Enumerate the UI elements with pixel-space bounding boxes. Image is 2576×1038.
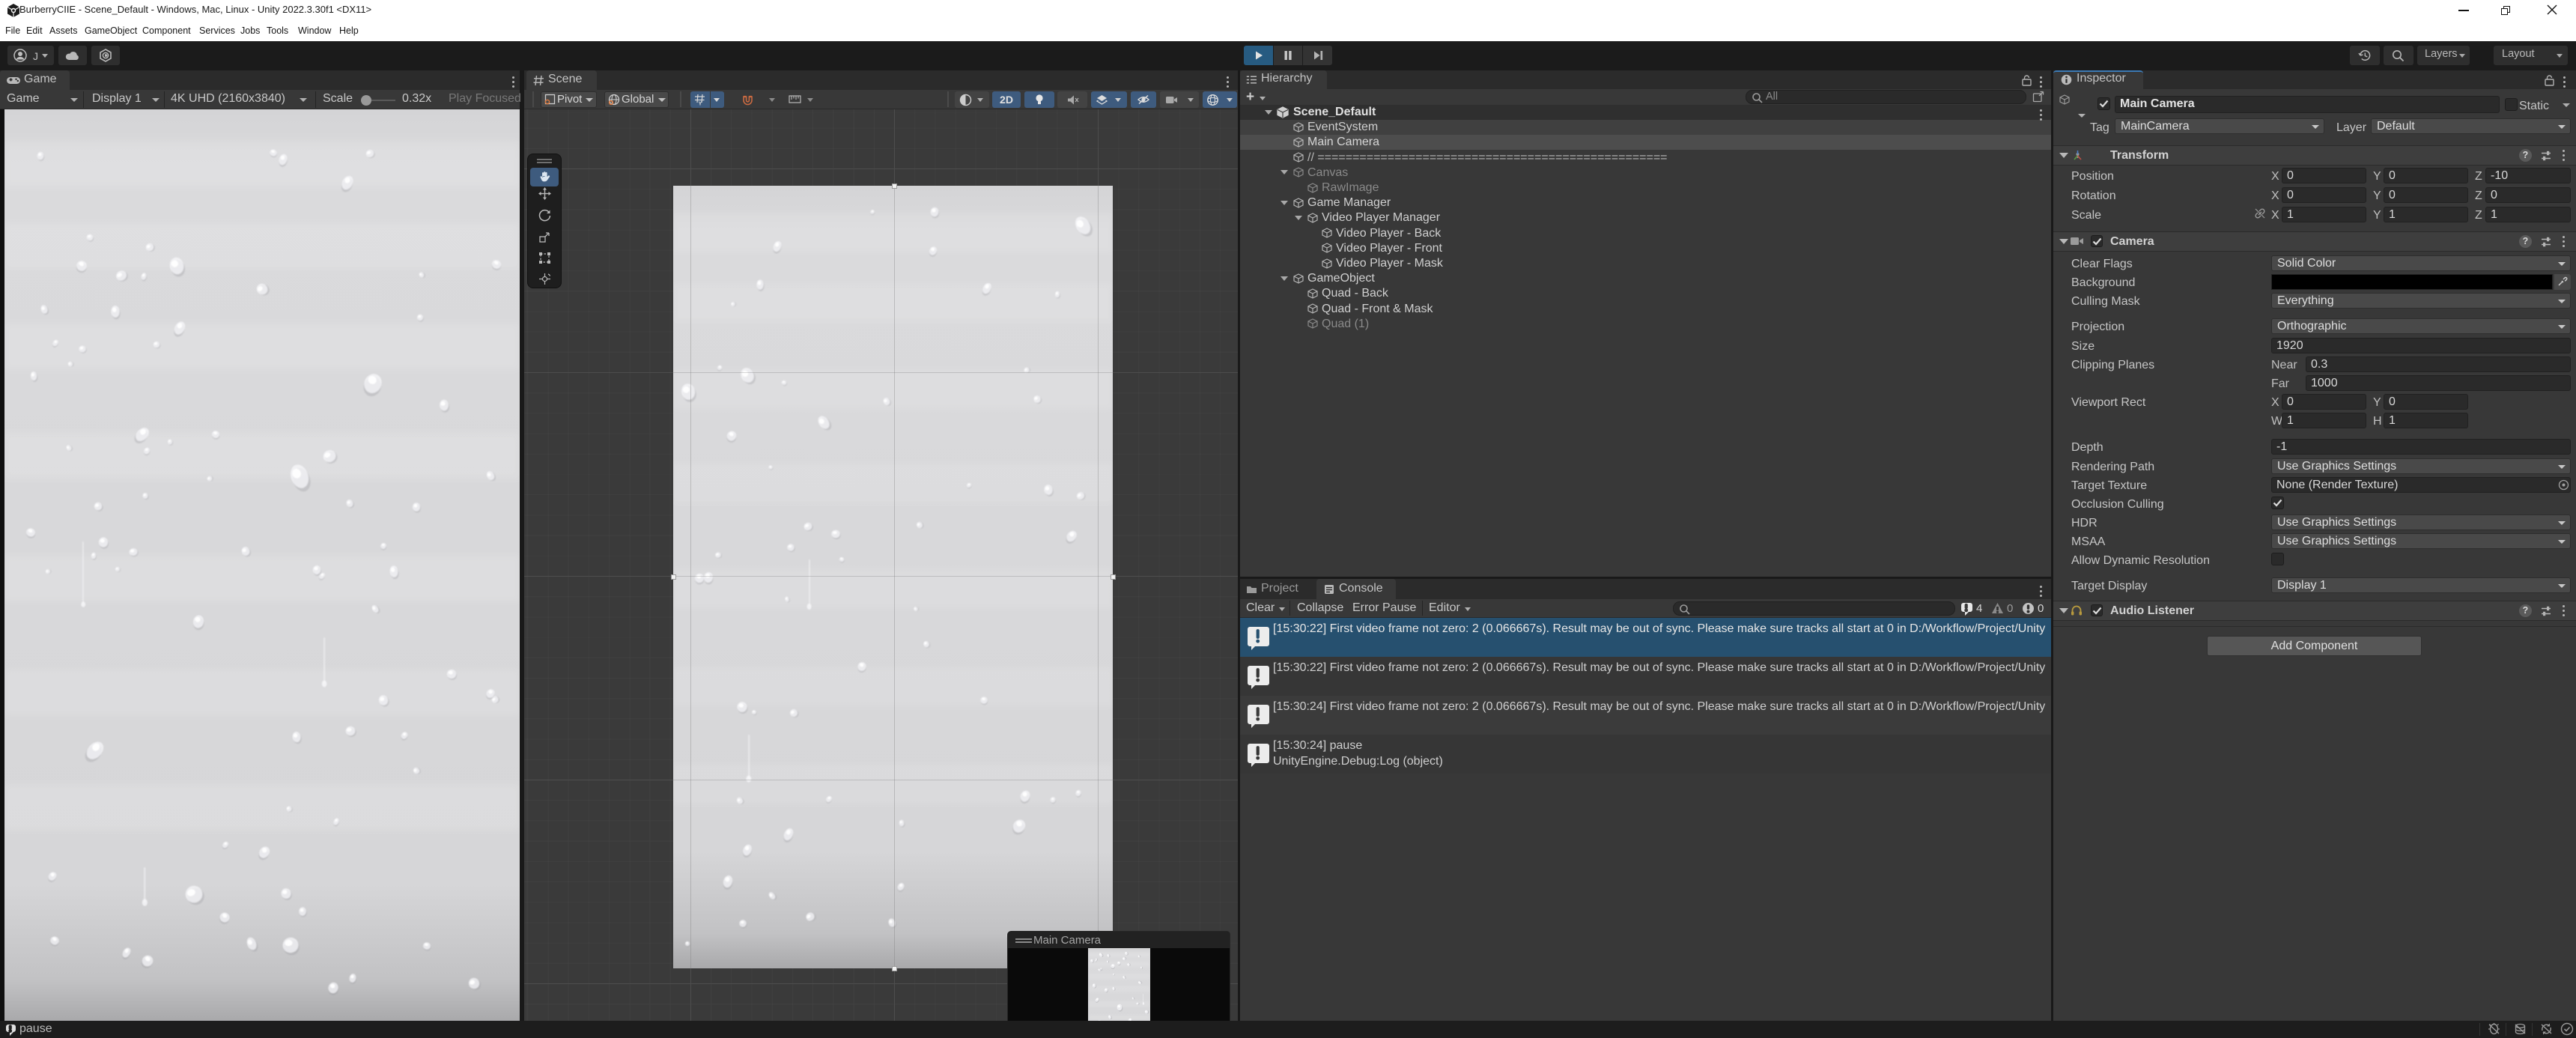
svg-text:Y: Y <box>699 102 702 106</box>
